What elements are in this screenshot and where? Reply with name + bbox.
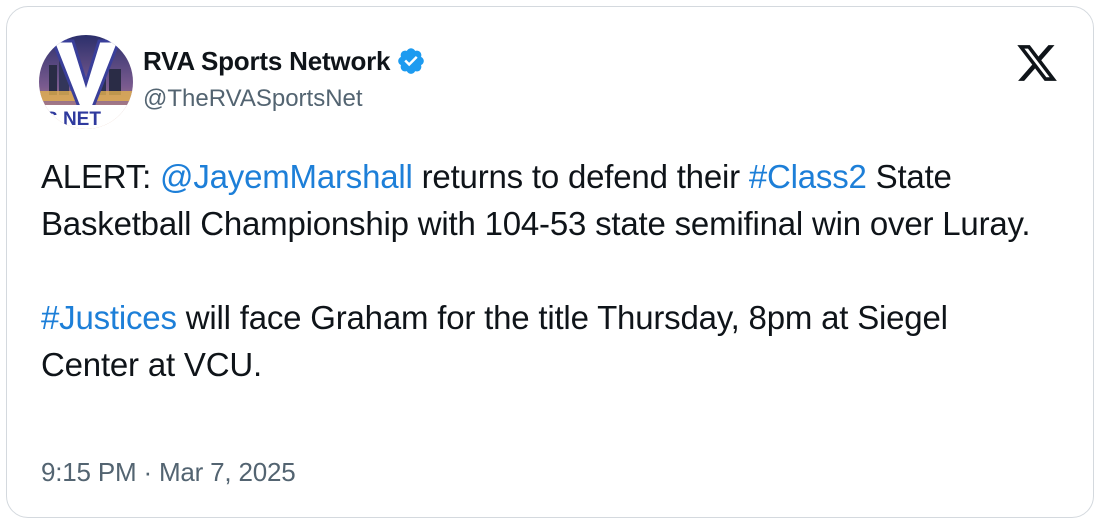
avatar-logo-icon: S NET	[39, 35, 133, 129]
hashtag-link[interactable]: #Class2	[749, 158, 867, 195]
svg-text:S NET: S NET	[45, 109, 101, 129]
author-block: RVA Sports Network @TheRVASportsNet	[143, 41, 426, 113]
tweet-text-tail: will face Graham for the title Thursday,…	[41, 299, 948, 383]
tweet-text: ALERT: @JayemMarshall returns to defend …	[41, 153, 1051, 388]
avatar[interactable]: S NET	[39, 35, 133, 129]
x-logo-icon[interactable]	[1015, 41, 1059, 85]
tweet-time: 9:15 PM	[41, 457, 137, 487]
tweet-date: Mar 7, 2025	[158, 457, 296, 487]
tweet-text-lead: ALERT:	[41, 158, 161, 195]
tweet-text-mid: returns to defend their	[412, 158, 749, 195]
meta-separator: ·	[136, 457, 159, 487]
tweet-paragraph-2: #Justices will face Graham for the title…	[41, 294, 1051, 388]
mention-link[interactable]: @JayemMarshall	[160, 158, 413, 195]
tweet-timestamp[interactable]: 9:15 PM · Mar 7, 2025	[41, 457, 296, 488]
hashtag-link[interactable]: #Justices	[41, 299, 177, 336]
tweet-paragraph-1: ALERT: @JayemMarshall returns to defend …	[41, 153, 1051, 247]
author-handle[interactable]: @TheRVASportsNet	[143, 85, 426, 113]
verified-badge-icon	[398, 48, 425, 74]
tweet-card[interactable]: S NET RVA Sports Network @TheRVASportsNe…	[6, 6, 1094, 518]
author-display-name[interactable]: RVA Sports Network	[143, 46, 391, 77]
